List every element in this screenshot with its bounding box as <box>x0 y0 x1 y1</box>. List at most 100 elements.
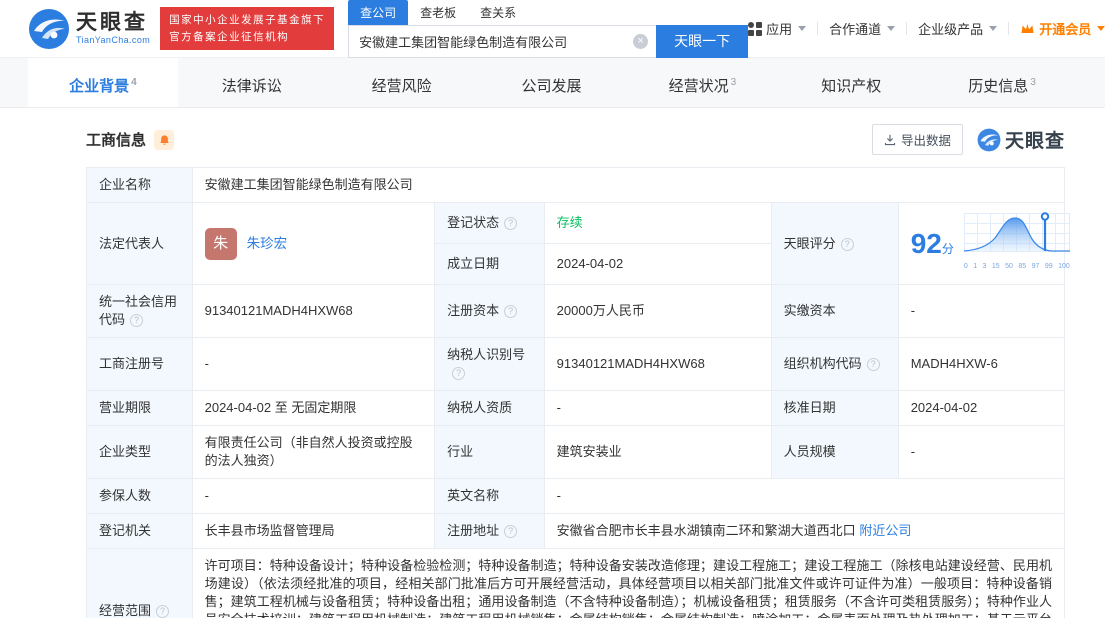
field-value-business-term: 2024-04-02 至 无固定期限 <box>191 390 436 426</box>
chevron-down-icon <box>989 26 998 31</box>
nav-apps-label: 应用 <box>766 22 793 37</box>
nav-enterprise-products[interactable]: 企业级产品 <box>918 19 998 38</box>
top-nav: 应用 合作通道 企业级产品 开通会员 <box>748 19 1105 38</box>
field-label-text: 注册地址 <box>447 523 500 538</box>
watermark-text: 天眼查 <box>1004 131 1065 152</box>
field-value-reg-address: 安徽省合肥市长丰县水湖镇南二环和繁湖大道西北口 附近公司 <box>543 513 1066 549</box>
tab-legal-litigation[interactable]: 法律诉讼 <box>178 58 328 107</box>
tab-company-background[interactable]: 企业背景 4 <box>28 58 178 107</box>
help-icon[interactable]: ? <box>504 525 518 538</box>
field-value-org-code: MADH4HXW-6 <box>897 337 1066 391</box>
field-value-taxpayer-id: 91340121MADH4HXW68 <box>543 337 772 391</box>
field-label-text: 注册资本 <box>447 303 500 318</box>
score-distribution-curve <box>963 212 1070 252</box>
nav-enterprise-label: 企业级产品 <box>918 22 984 37</box>
field-label-org-code: 组织机构代码? <box>770 337 899 391</box>
field-value-tyc-score: 92分 0 1 3 15 50 85 97 99 100 <box>897 202 1070 285</box>
tab-operating-status[interactable]: 经营状况 3 <box>627 58 777 107</box>
divider <box>817 22 819 35</box>
field-value-english-name: - <box>543 478 1066 514</box>
field-label-tyc-score: 天眼评分? <box>770 202 899 285</box>
field-value-paid-capital: - <box>897 284 1066 338</box>
table-row: 工商注册号 - 纳税人识别号? 91340121MADH4HXW68 组织机构代… <box>86 337 1066 391</box>
search-tab-company[interactable]: 查公司 <box>348 0 409 25</box>
field-value-business-scope: 许可项目：特种设备设计；特种设备检验检测；特种设备制造；特种设备安装改造修理；建… <box>191 548 1066 618</box>
tab-label: 企业背景 <box>69 78 130 95</box>
logo-domain: TianYanCha.com <box>76 35 151 45</box>
divider <box>1008 22 1010 35</box>
table-row: 统一社会信用代码? 91340121MADH4HXW68 注册资本? 20000… <box>86 284 1066 338</box>
tianyancha-logo-icon <box>977 128 1001 151</box>
help-icon[interactable]: ? <box>130 314 144 327</box>
address-text: 安徽省合肥市长丰县水湖镇南二环和繁湖大道西北口 <box>556 523 856 538</box>
search-tab-boss[interactable]: 查老板 <box>408 0 468 25</box>
field-label-reg-authority: 登记机关 <box>86 513 193 549</box>
tab-operation-risk[interactable]: 经营风险 <box>328 58 478 107</box>
help-icon[interactable]: ? <box>156 605 170 618</box>
search-input[interactable] <box>349 33 634 49</box>
nearby-companies-link[interactable]: 附近公司 <box>859 523 911 538</box>
field-label-taxpayer-id: 纳税人识别号? <box>434 337 545 391</box>
tab-history-info[interactable]: 历史信息 3 <box>927 58 1077 107</box>
table-row: 法定代表人 朱 朱珍宏 登记状态? 存续 天眼评分? 92分 0 1 3 15 … <box>86 202 1070 285</box>
bell-icon <box>159 134 169 145</box>
field-value-credit-code: 91340121MADH4HXW68 <box>191 284 436 338</box>
tab-label: 经营状况 <box>668 78 729 95</box>
clear-search-icon[interactable]: × <box>633 33 649 49</box>
nav-cooperation[interactable]: 合作通道 <box>829 19 896 38</box>
field-value-reg-status: 存续 <box>543 202 772 244</box>
status-badge: 存续 <box>556 215 583 230</box>
field-label-reg-status: 登记状态? <box>434 202 545 244</box>
tab-label: 公司发展 <box>521 78 582 95</box>
help-icon[interactable]: ? <box>504 217 518 230</box>
nav-vip[interactable]: 开通会员 <box>1020 19 1105 38</box>
tab-count: 3 <box>730 77 737 88</box>
legal-rep-avatar[interactable]: 朱 <box>204 227 237 260</box>
field-label-business-scope: 经营范围? <box>86 548 193 618</box>
top-header: 天眼查 TianYanCha.com 国家中小企业发展子基金旗下 官方备案企业征… <box>0 0 1105 58</box>
nav-vip-label: 开通会员 <box>1039 22 1092 37</box>
export-data-button[interactable]: 导出数据 <box>871 124 963 155</box>
help-icon[interactable]: ? <box>452 367 466 380</box>
table-row: 企业类型 有限责任公司（非自然人投资或控股的法人独资） 行业 建筑安装业 人员规… <box>86 425 1066 479</box>
table-row: 营业期限 2024-04-02 至 无固定期限 纳税人资质 - 核准日期 202… <box>86 390 1066 426</box>
field-value-company-name: 安徽建工集团智能绿色制造有限公司 <box>191 167 1066 203</box>
score-value: 92分 <box>911 229 954 258</box>
nav-cooperation-label: 合作通道 <box>829 22 882 37</box>
field-label-reg-capital: 注册资本? <box>434 284 545 338</box>
field-value-legal-rep: 朱 朱珍宏 <box>191 202 436 285</box>
nav-apps[interactable]: 应用 <box>748 19 807 38</box>
help-icon[interactable]: ? <box>840 237 854 251</box>
chevron-down-icon <box>798 26 807 31</box>
field-label-text: 纳税人识别号 <box>447 347 526 362</box>
tianyancha-logo[interactable]: 天眼查 TianYanCha.com <box>28 8 150 50</box>
legal-rep-link[interactable]: 朱珍宏 <box>247 235 288 253</box>
watermark-logo: 天眼查 <box>977 126 1065 153</box>
logo-text: 天眼查 <box>76 11 148 34</box>
tab-label: 法律诉讼 <box>221 78 282 95</box>
export-label: 导出数据 <box>900 134 951 148</box>
field-label-credit-code: 统一社会信用代码? <box>86 284 193 338</box>
table-row: 企业名称 安徽建工集团智能绿色制造有限公司 <box>86 167 1066 203</box>
field-value-reg-capital: 20000万人民币 <box>543 284 772 338</box>
business-info-table: 企业名称 安徽建工集团智能绿色制造有限公司 法定代表人 朱 朱珍宏 登记状态? … <box>86 167 1070 618</box>
crown-icon <box>1021 24 1034 33</box>
search-area: 查公司 查老板 查关系 × 天眼一下 <box>348 0 749 58</box>
divider <box>906 22 908 35</box>
certification-badge: 国家中小企业发展子基金旗下 官方备案企业征信机构 <box>160 7 335 50</box>
help-icon[interactable]: ? <box>504 305 518 318</box>
chevron-down-icon <box>887 26 896 31</box>
tab-intellectual-property[interactable]: 知识产权 <box>777 58 927 107</box>
field-label-approval-date: 核准日期 <box>770 390 899 426</box>
field-label-reg-address: 注册地址? <box>434 513 545 549</box>
field-value-company-type: 有限责任公司（非自然人投资或控股的法人独资） <box>191 425 436 479</box>
field-value-industry: 建筑安装业 <box>543 425 772 479</box>
tab-label: 经营风险 <box>371 78 432 95</box>
business-info-section: 工商信息 导出数据 天眼查 企业名称 安徽建工集团智能绿色制造有限公司 法定代表… <box>0 108 1105 618</box>
subscribe-bell-badge[interactable] <box>154 129 175 150</box>
help-icon[interactable]: ? <box>866 358 880 371</box>
search-tab-relation[interactable]: 查关系 <box>468 0 528 25</box>
tab-label: 知识产权 <box>821 78 882 95</box>
search-button[interactable]: 天眼一下 <box>656 24 749 58</box>
tab-company-development[interactable]: 公司发展 <box>478 58 628 107</box>
